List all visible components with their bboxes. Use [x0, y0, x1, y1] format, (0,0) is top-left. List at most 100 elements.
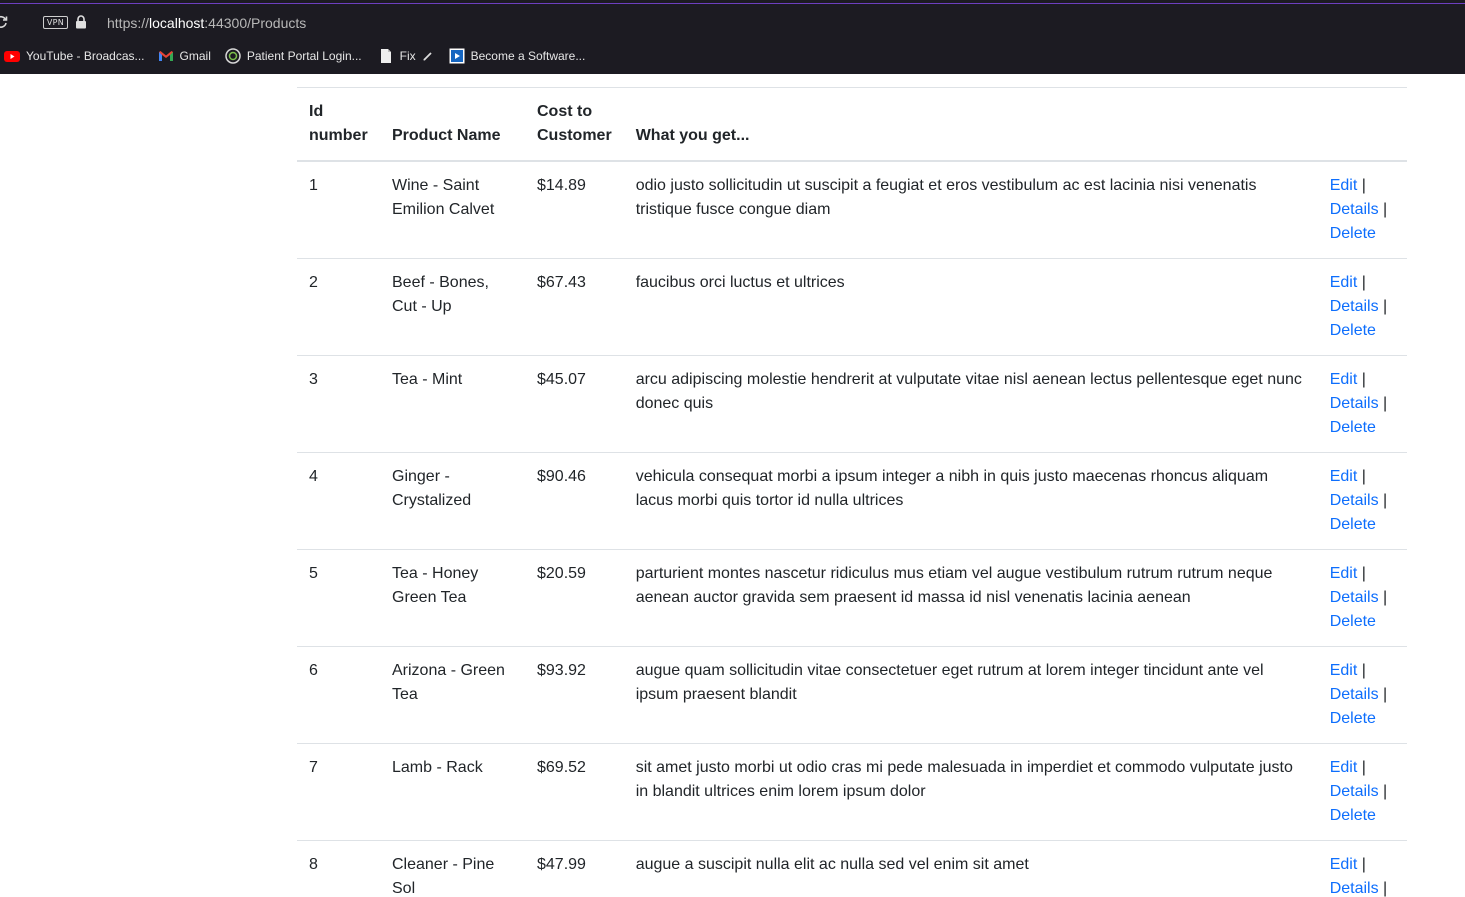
- details-link[interactable]: Details: [1330, 201, 1379, 218]
- bookmark-patient-portal[interactable]: Patient Portal Login...: [225, 46, 362, 66]
- table-body: 1 Wine - Saint Emilion Calvet $14.89 odio j…: [297, 161, 1407, 897]
- row-actions: Edit |Details |Delete: [1318, 259, 1407, 356]
- edit-link[interactable]: Edit: [1330, 371, 1358, 388]
- table-row: 6 Arizona - Green Tea $93.92 augue quam sol…: [297, 647, 1407, 744]
- bookmark-label: Become a Software...: [470, 49, 586, 63]
- video-icon: [449, 48, 465, 64]
- cell-id: 5: [309, 565, 318, 582]
- bookmarks-bar: YouTube - Broadcas... Gmail Patient Port…: [0, 46, 585, 66]
- portal-icon: [225, 48, 241, 64]
- header-product-name: Product Name: [392, 127, 501, 144]
- cell-description: odio justo sollicitudin ut suscipit a fe…: [635, 177, 1257, 218]
- cell-cost: $93.92: [537, 662, 586, 679]
- cell-id: 3: [309, 371, 318, 388]
- bookmark-gmail[interactable]: Gmail: [158, 46, 211, 66]
- delete-link[interactable]: Delete: [1330, 613, 1376, 630]
- products-table: Id number Product Name Cost to Customer …: [297, 87, 1407, 897]
- document-icon: [380, 49, 391, 63]
- cell-id: 6: [309, 662, 318, 679]
- cell-product-name: Tea - Mint: [392, 371, 463, 388]
- cell-id: 1: [309, 177, 318, 194]
- link-separator: |: [1383, 201, 1388, 218]
- cell-description: arcu adipiscing molestie hendrerit at vu…: [635, 371, 1302, 412]
- row-actions: Edit |Details |Delete: [1318, 647, 1407, 744]
- table-row: 2 Beef - Bones, Cut - Up $67.43 faucibus or…: [297, 259, 1407, 356]
- delete-link[interactable]: Delete: [1330, 322, 1376, 339]
- cell-product-name: Beef - Bones, Cut - Up: [392, 274, 489, 315]
- lock-icon[interactable]: [75, 15, 87, 29]
- cell-product-name: Ginger - Crystalized: [392, 468, 472, 509]
- link-separator: |: [1361, 468, 1366, 485]
- header-actions: [1318, 88, 1407, 162]
- cell-id: 8: [309, 856, 318, 873]
- edit-link[interactable]: Edit: [1330, 177, 1358, 194]
- cell-cost: $47.99: [537, 856, 586, 873]
- row-actions: Edit |Details |Delete: [1318, 841, 1407, 897]
- youtube-icon: [4, 51, 20, 62]
- url-path: :44300/Products: [204, 15, 307, 31]
- bookmark-become-software[interactable]: Become a Software...: [449, 46, 586, 66]
- bookmark-label: Gmail: [179, 49, 211, 63]
- header-cost: Cost to Customer: [537, 103, 612, 144]
- cell-id: 4: [309, 468, 318, 485]
- cell-cost: $20.59: [537, 565, 586, 582]
- cell-cost: $14.89: [537, 177, 586, 194]
- details-link[interactable]: Details: [1330, 686, 1379, 703]
- edit-link[interactable]: Edit: [1330, 565, 1358, 582]
- details-link[interactable]: Details: [1330, 298, 1379, 315]
- table-header-row: Id number Product Name Cost to Customer …: [297, 87, 1407, 162]
- url-host: localhost: [149, 15, 205, 31]
- cell-id: 2: [309, 274, 318, 291]
- edit-link[interactable]: Edit: [1330, 468, 1358, 485]
- cell-product-name: Tea - Honey Green Tea: [392, 565, 479, 606]
- details-link[interactable]: Details: [1330, 492, 1379, 509]
- address-bar[interactable]: https://localhost:44300/Products: [107, 14, 306, 32]
- cell-cost: $69.52: [537, 759, 586, 776]
- cell-description: augue a suscipit nulla elit ac nulla sed…: [635, 856, 1029, 873]
- cell-cost: $90.46: [537, 468, 586, 485]
- table-row: 5 Tea - Honey Green Tea $20.59 parturient m…: [297, 550, 1407, 647]
- bookmark-label: Fix: [399, 49, 416, 63]
- pencil-icon: [422, 52, 432, 61]
- edit-link[interactable]: Edit: [1330, 759, 1358, 776]
- cell-id: 7: [309, 759, 318, 776]
- table-row: 3 Tea - Mint $45.07 arcu adipiscing molesti…: [297, 356, 1407, 453]
- bookmark-fix[interactable]: Fix: [378, 46, 434, 66]
- cell-description: parturient montes nascetur ridiculus mus…: [635, 565, 1273, 606]
- link-separator: |: [1361, 274, 1366, 291]
- row-actions: Edit |Details |Delete: [1318, 453, 1407, 550]
- edit-link[interactable]: Edit: [1330, 856, 1358, 873]
- cell-description: vehicula consequat morbi a ipsum integer…: [635, 468, 1269, 509]
- vpn-badge[interactable]: VPN: [43, 16, 68, 29]
- bookmark-label: Patient Portal Login...: [246, 49, 362, 63]
- link-separator: |: [1361, 177, 1366, 194]
- table-row: 8 Cleaner - Pine Sol $47.99 augue a suscipi…: [297, 841, 1407, 897]
- table-row: 1 Wine - Saint Emilion Calvet $14.89 odio j…: [297, 161, 1407, 259]
- delete-link[interactable]: Delete: [1330, 516, 1376, 533]
- cell-description: augue quam sollicitudin vitae consectetu…: [635, 662, 1264, 703]
- delete-link[interactable]: Delete: [1330, 419, 1376, 436]
- cell-cost: $67.43: [537, 274, 586, 291]
- link-separator: |: [1361, 759, 1366, 776]
- bookmark-youtube[interactable]: YouTube - Broadcas...: [4, 46, 145, 66]
- details-link[interactable]: Details: [1330, 395, 1379, 412]
- header-description: What you get...: [635, 127, 750, 144]
- edit-link[interactable]: Edit: [1330, 662, 1358, 679]
- row-actions: Edit |Details |Delete: [1318, 356, 1407, 453]
- details-link[interactable]: Details: [1330, 783, 1379, 800]
- row-actions: Edit |Details |Delete: [1318, 161, 1407, 259]
- bookmark-label: YouTube - Broadcas...: [26, 49, 145, 63]
- delete-link[interactable]: Delete: [1330, 225, 1376, 242]
- delete-link[interactable]: Delete: [1330, 710, 1376, 727]
- link-separator: |: [1361, 565, 1366, 582]
- row-actions: Edit |Details |Delete: [1318, 550, 1407, 647]
- reload-icon[interactable]: [0, 15, 8, 29]
- products-page: Id number Product Name Cost to Customer …: [297, 87, 1407, 897]
- details-link[interactable]: Details: [1330, 880, 1379, 897]
- cell-product-name: Lamb - Rack: [392, 759, 483, 776]
- details-link[interactable]: Details: [1330, 589, 1379, 606]
- delete-link[interactable]: Delete: [1330, 807, 1376, 824]
- cell-product-name: Cleaner - Pine Sol: [392, 856, 495, 897]
- edit-link[interactable]: Edit: [1330, 274, 1358, 291]
- table-row: 7 Lamb - Rack $69.52 sit amet justo morbi u…: [297, 744, 1407, 841]
